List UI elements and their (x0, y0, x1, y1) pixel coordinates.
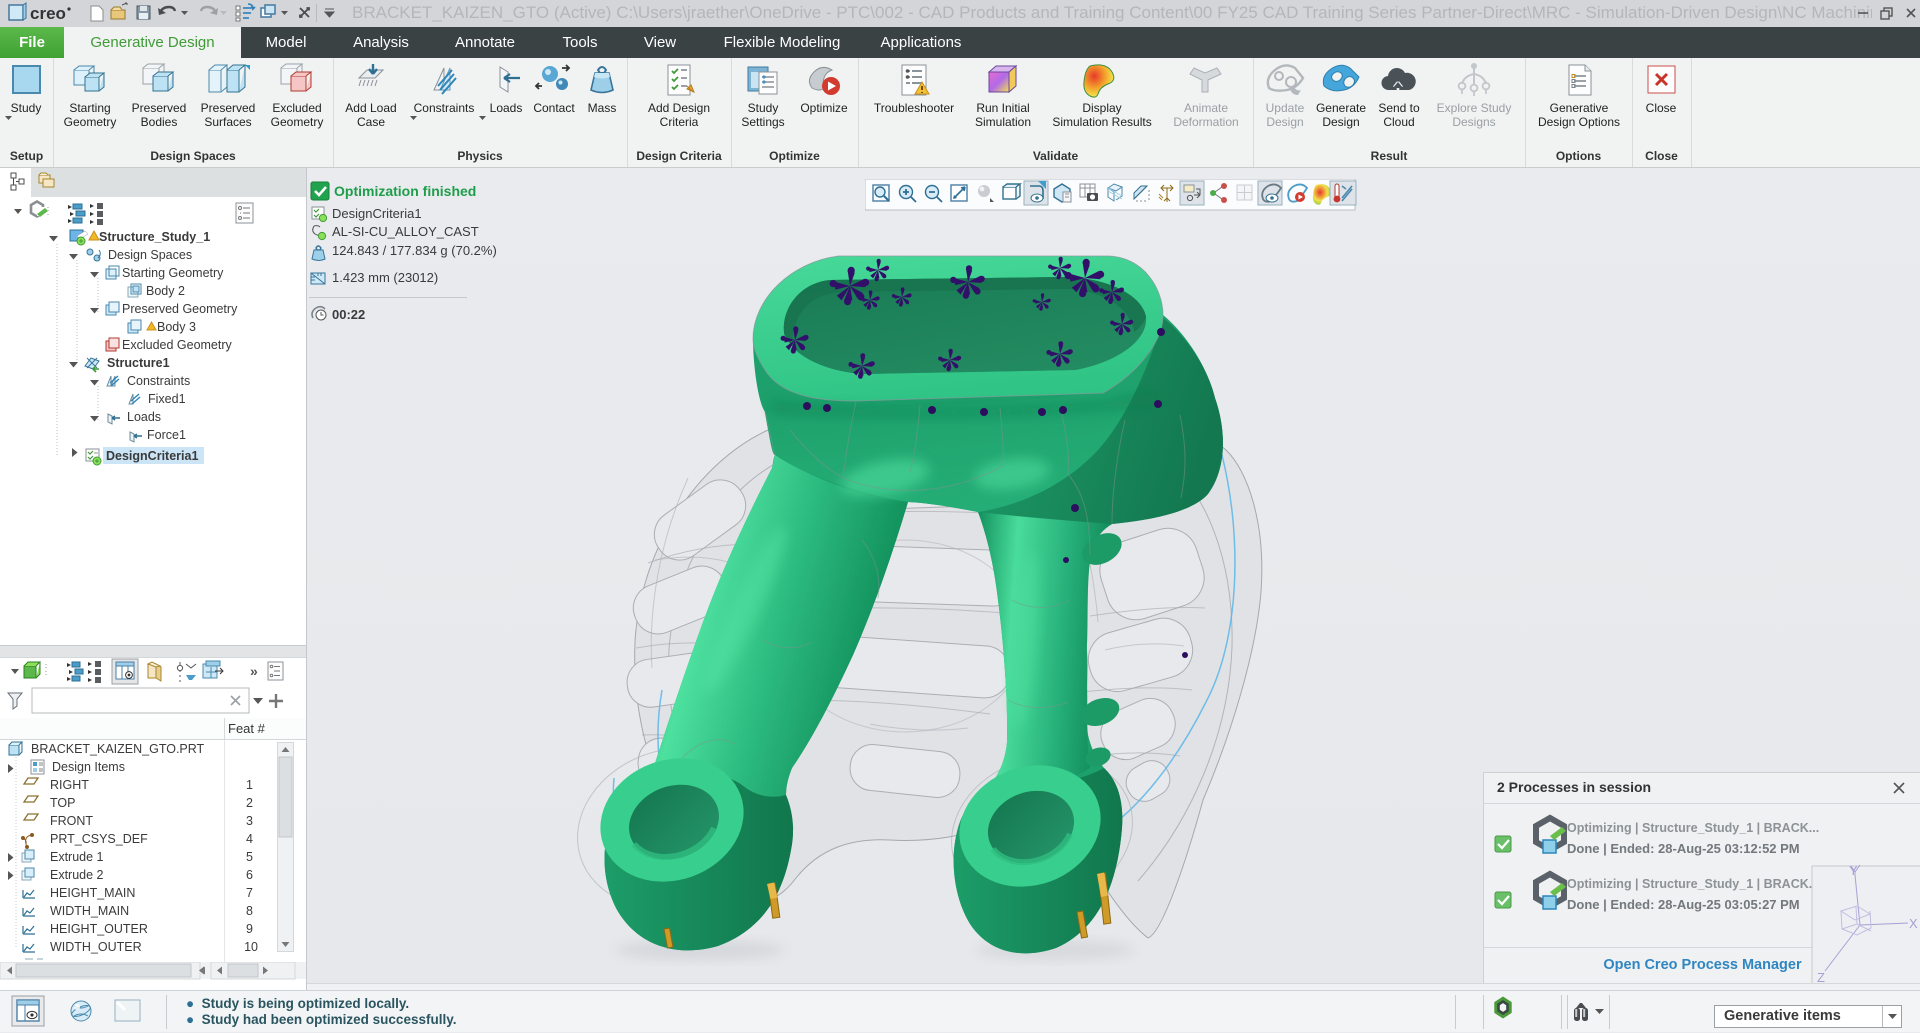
svg-text:Structure1: Structure1 (107, 356, 170, 370)
svg-text:FRONT: FRONT (50, 814, 93, 828)
svg-text:Constraints: Constraints (127, 374, 190, 388)
svg-text:00:22: 00:22 (332, 307, 365, 322)
svg-text:Extrude 1: Extrude 1 (50, 850, 104, 864)
svg-text:AL-SI-CU_ALLOY_CAST: AL-SI-CU_ALLOY_CAST (332, 224, 479, 239)
svg-text:Excluded Geometry: Excluded Geometry (122, 338, 233, 352)
svg-text:Force1: Force1 (147, 428, 186, 442)
svg-text:WIDTH_OUTER: WIDTH_OUTER (50, 940, 142, 954)
svg-text:TOP: TOP (50, 796, 75, 810)
svg-text:Fixed1: Fixed1 (148, 392, 186, 406)
svg-text:HEIGHT_MAIN: HEIGHT_MAIN (50, 886, 135, 900)
svg-text:creo: creo (30, 4, 66, 23)
svg-text:4: 4 (246, 832, 253, 846)
svg-text:Design Items: Design Items (52, 760, 125, 774)
svg-text:7: 7 (246, 886, 253, 900)
svg-text:Optimization finished: Optimization finished (334, 183, 476, 199)
svg-text:Structure_Study_1: Structure_Study_1 (99, 230, 210, 244)
svg-text:DesignCriteria1: DesignCriteria1 (332, 206, 422, 221)
svg-text:X: X (1909, 916, 1918, 931)
svg-text:Optimizing | Structure_Study_1: Optimizing | Structure_Study_1 | BRACK..… (1567, 877, 1819, 891)
svg-text:Body 3: Body 3 (157, 320, 196, 334)
svg-text:Extrude 2: Extrude 2 (50, 868, 104, 882)
svg-text:Design Spaces: Design Spaces (108, 248, 192, 262)
svg-text:»: » (250, 663, 258, 679)
svg-text:5: 5 (246, 850, 253, 864)
svg-text:WIDTH_MAIN: WIDTH_MAIN (50, 904, 129, 918)
svg-text:HEIGHT_OUTER: HEIGHT_OUTER (50, 922, 148, 936)
svg-text:8: 8 (246, 904, 253, 918)
svg-text:Optimizing | Structure_Study_1: Optimizing | Structure_Study_1 | BRACK..… (1567, 821, 1819, 835)
svg-text:Done | Ended: 28-Aug-25 03:12:: Done | Ended: 28-Aug-25 03:12:52 PM (1567, 841, 1800, 856)
svg-text:10: 10 (244, 940, 258, 954)
svg-text:Loads: Loads (127, 410, 161, 424)
svg-text:DesignCriteria1: DesignCriteria1 (106, 449, 198, 463)
svg-text:PRT_CSYS_DEF: PRT_CSYS_DEF (50, 832, 148, 846)
svg-text:Body 2: Body 2 (146, 284, 185, 298)
svg-text:124.843 / 177.834 g (70.2%): 124.843 / 177.834 g (70.2%) (332, 243, 497, 258)
svg-text:Done | Ended: 28-Aug-25 03:05:: Done | Ended: 28-Aug-25 03:05:27 PM (1567, 897, 1800, 912)
svg-text:9: 9 (246, 922, 253, 936)
svg-text:Y: Y (1849, 863, 1858, 878)
svg-text:RIGHT: RIGHT (50, 778, 89, 792)
svg-text:BRACKET_KAIZEN_GTO.PRT: BRACKET_KAIZEN_GTO.PRT (31, 742, 205, 756)
svg-text:6: 6 (246, 868, 253, 882)
svg-text:1.423 mm (23012): 1.423 mm (23012) (332, 270, 438, 285)
svg-text:Starting Geometry: Starting Geometry (122, 266, 224, 280)
svg-text:1: 1 (246, 778, 253, 792)
svg-text:2: 2 (246, 796, 253, 810)
svg-text:3: 3 (246, 814, 253, 828)
svg-text:Preserved Geometry: Preserved Geometry (122, 302, 238, 316)
